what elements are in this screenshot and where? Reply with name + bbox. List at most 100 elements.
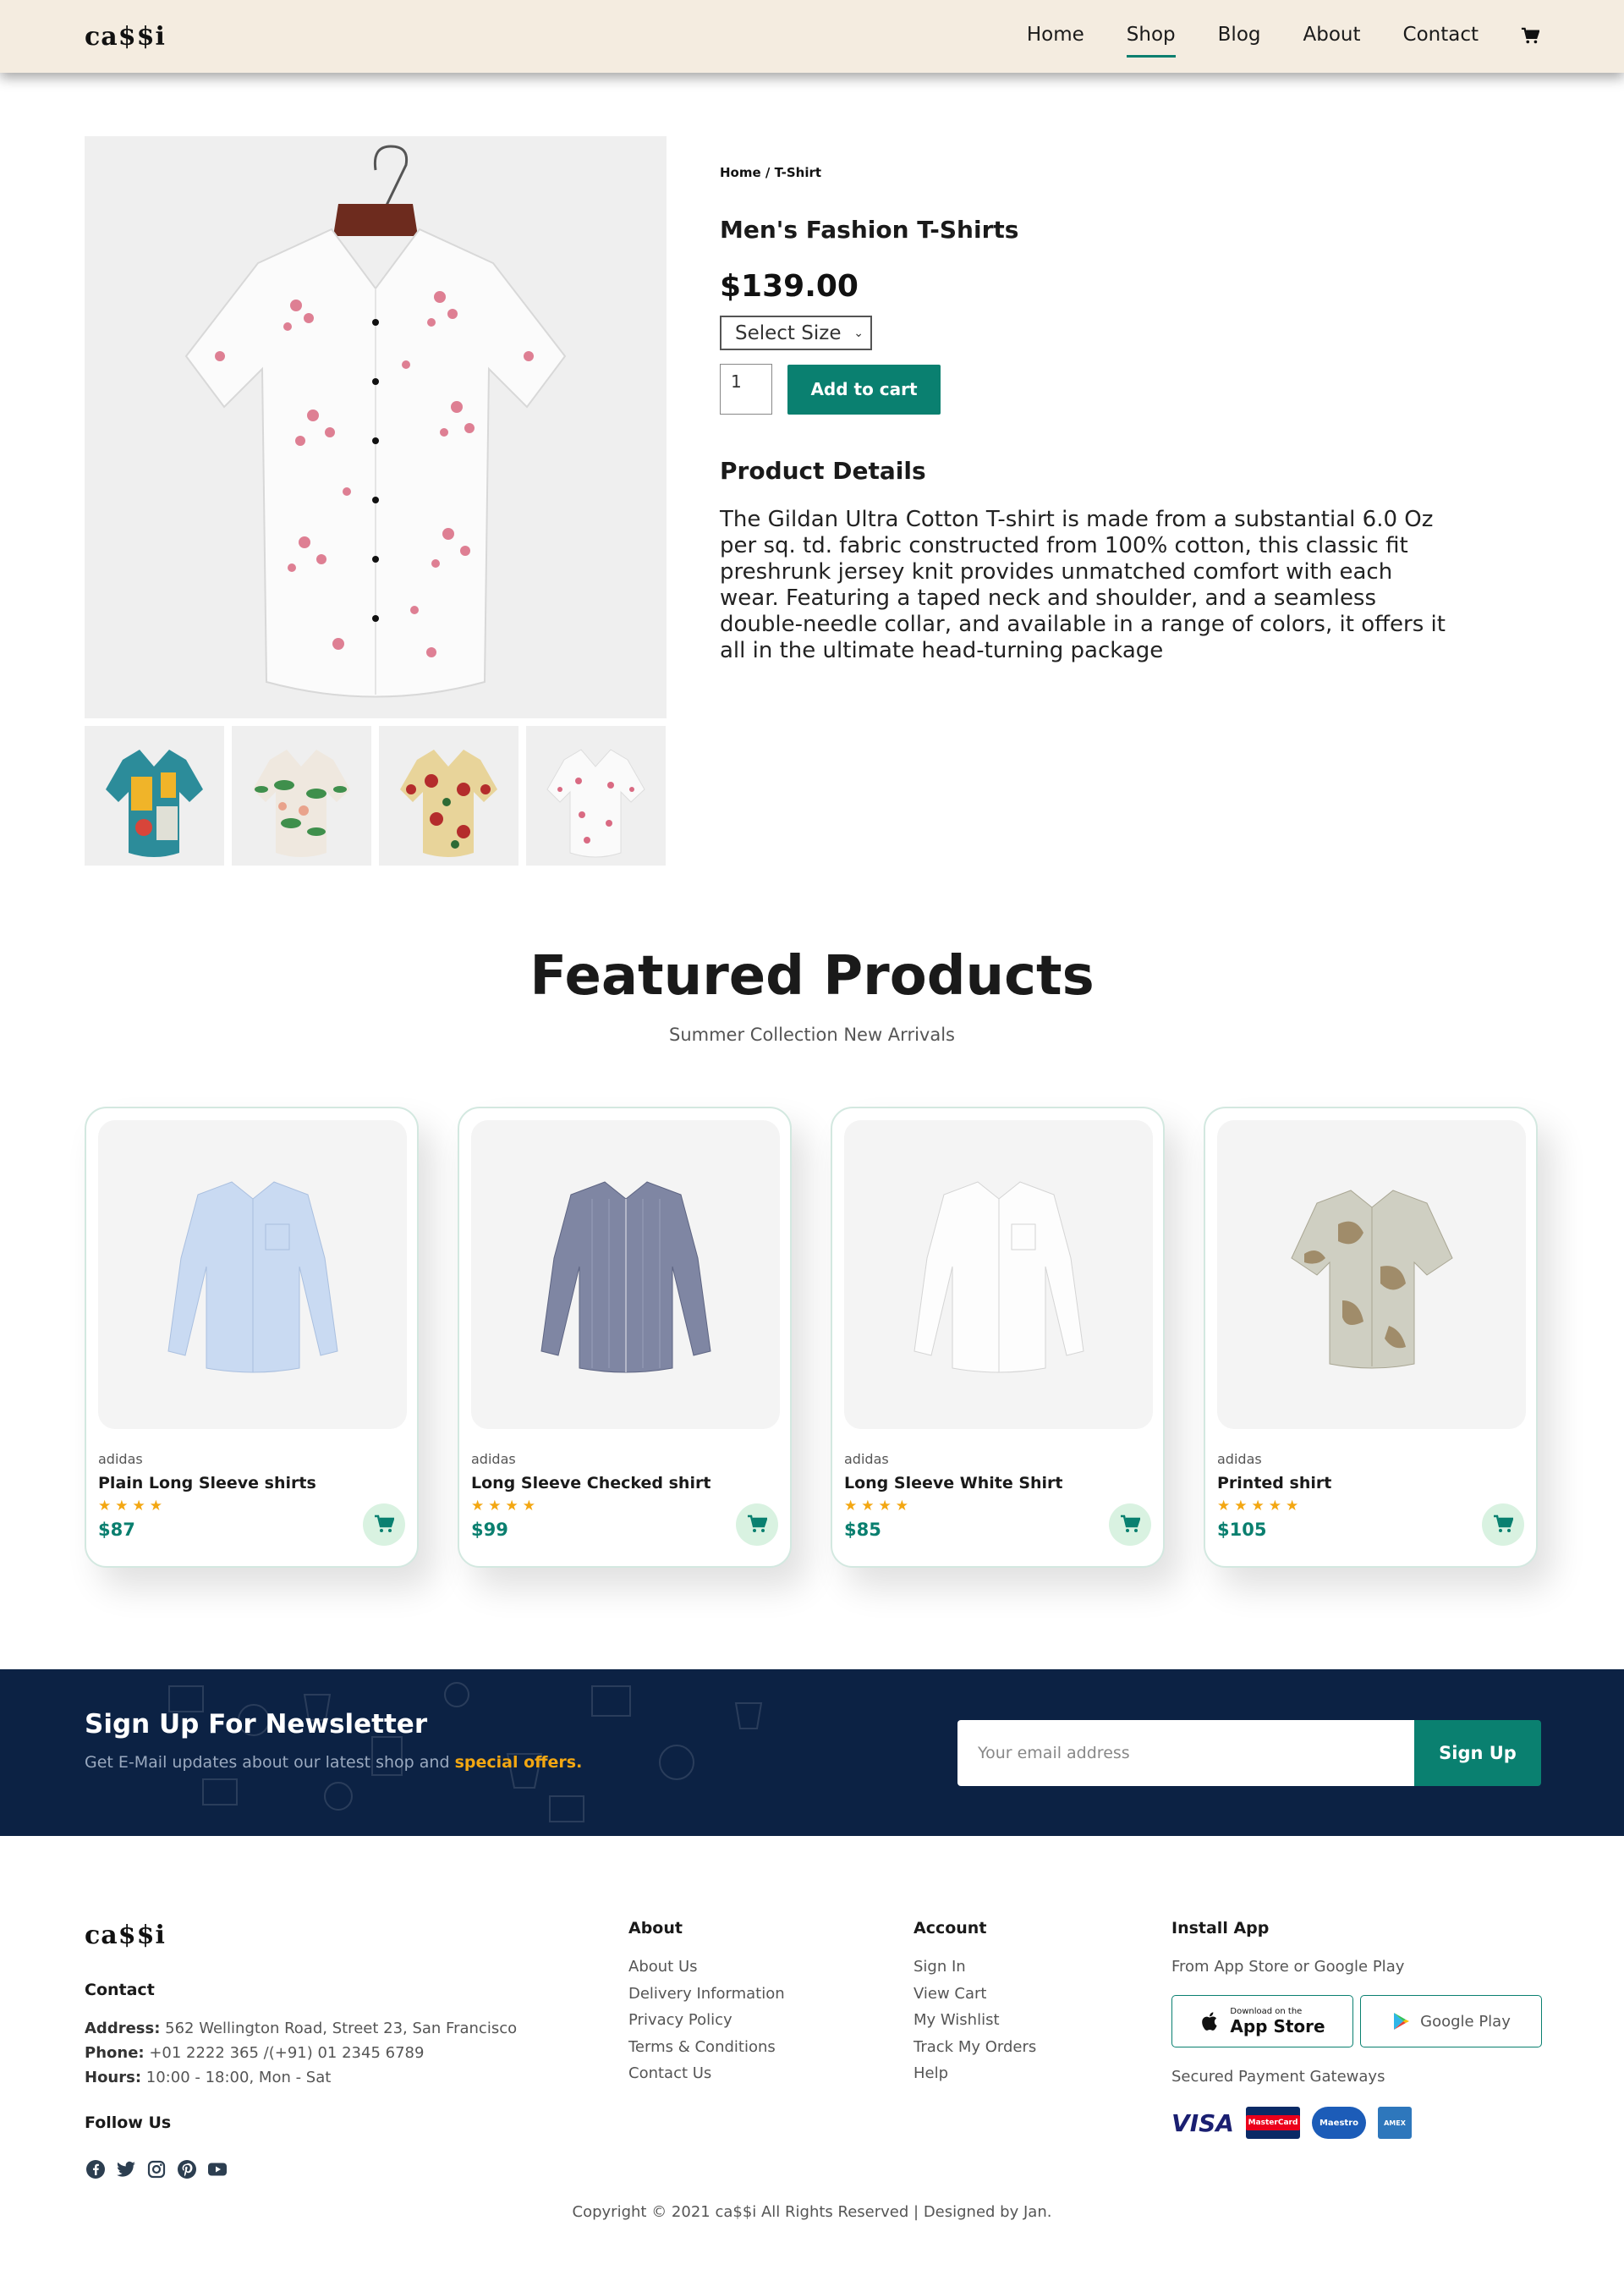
product-name[interactable]: Plain Long Sleeve shirts xyxy=(98,1474,405,1492)
product-card[interactable]: adidas Long Sleeve Checked shirt ★★★★ $9… xyxy=(458,1107,792,1568)
about-heading: About xyxy=(628,1919,683,1937)
footer-link-privacy[interactable]: Privacy Policy xyxy=(628,2007,785,2034)
product-price: $99 xyxy=(471,1520,508,1540)
breadcrumb[interactable]: Home / T-Shirt xyxy=(720,165,1456,180)
product-details-heading: Product Details xyxy=(720,457,926,485)
product-card-image xyxy=(1217,1120,1526,1429)
site-header: ca$$i Home Shop Blog About Contact xyxy=(0,0,1624,73)
product-title: Men's Fashion T-Shirts xyxy=(720,216,1019,244)
youtube-icon[interactable] xyxy=(206,2158,228,2180)
nav-about[interactable]: About xyxy=(1303,24,1361,49)
payment-methods: VISA MasterCard Maestro AMEX xyxy=(1171,2107,1412,2139)
product-brand: adidas xyxy=(98,1451,143,1467)
google-play-label: Google Play xyxy=(1420,2012,1511,2031)
featured-subtitle: Summer Collection New Arrivals xyxy=(669,1025,955,1045)
add-to-cart-row: 1 Add to cart xyxy=(720,364,1456,415)
social-links xyxy=(85,2158,228,2180)
product-name[interactable]: Long Sleeve Checked shirt xyxy=(471,1474,778,1492)
copyright: Copyright © 2021 ca$$i All Rights Reserv… xyxy=(572,2203,1052,2221)
product-main-image xyxy=(85,136,667,718)
amex-icon: AMEX xyxy=(1378,2107,1412,2139)
nav-shop[interactable]: Shop xyxy=(1126,24,1176,58)
footer-link-track-orders[interactable]: Track My Orders xyxy=(914,2034,1036,2061)
phone-label: Phone: xyxy=(85,2044,145,2062)
payment-heading: Secured Payment Gateways xyxy=(1171,2068,1385,2086)
add-to-cart-icon[interactable] xyxy=(1109,1503,1151,1546)
chevron-down-icon: ⌄ xyxy=(853,326,864,340)
sign-up-button[interactable]: Sign Up xyxy=(1414,1720,1541,1786)
nav-contact[interactable]: Contact xyxy=(1403,24,1479,49)
newsletter-title: Sign Up For Newsletter xyxy=(85,1709,428,1740)
star-rating: ★★★★ xyxy=(98,1498,167,1514)
size-select[interactable]: Select Size ⌄ xyxy=(720,316,872,350)
app-store-label: Download on the App Store xyxy=(1230,2007,1325,2036)
newsletter-section: Sign Up For Newsletter Get E-Mail update… xyxy=(0,1669,1624,1836)
mastercard-icon: MasterCard xyxy=(1245,2107,1301,2139)
maestro-icon: Maestro xyxy=(1312,2107,1366,2139)
app-store-button[interactable]: Download on the App Store xyxy=(1171,1995,1353,2047)
footer-link-contact[interactable]: Contact Us xyxy=(628,2060,785,2087)
instagram-icon[interactable] xyxy=(145,2158,167,2180)
quantity-input[interactable]: 1 xyxy=(720,364,772,415)
twitter-icon[interactable] xyxy=(115,2158,137,2180)
hours-label: Hours: xyxy=(85,2069,142,2086)
install-app-text: From App Store or Google Play xyxy=(1171,1958,1405,1976)
pinterest-icon[interactable] xyxy=(176,2158,198,2180)
product-cards: adidas Plain Long Sleeve shirts ★★★★ $87… xyxy=(85,1107,1539,1568)
star-rating: ★★★★ xyxy=(844,1498,913,1514)
site-logo[interactable]: ca$$i xyxy=(85,22,166,52)
google-play-icon xyxy=(1394,2013,1410,2030)
product-card[interactable]: adidas Long Sleeve White Shirt ★★★★ $85 xyxy=(831,1107,1165,1568)
account-links: Sign In View Cart My Wishlist Track My O… xyxy=(914,1954,1036,2087)
footer-link-terms[interactable]: Terms & Conditions xyxy=(628,2034,785,2061)
star-rating: ★★★★★ xyxy=(1217,1498,1303,1514)
product-card-image xyxy=(471,1120,780,1429)
footer-link-delivery[interactable]: Delivery Information xyxy=(628,1981,785,2008)
about-links: About Us Delivery Information Privacy Po… xyxy=(628,1954,785,2087)
product-card[interactable]: adidas Plain Long Sleeve shirts ★★★★ $87 xyxy=(85,1107,419,1568)
footer-link-sign-in[interactable]: Sign In xyxy=(914,1954,1036,1981)
address-value: 562 Wellington Road, Street 23, San Fran… xyxy=(165,2020,518,2037)
thumbnail-2[interactable] xyxy=(232,726,371,866)
contact-phone: Phone: +01 2222 365 /(+91) 01 2345 6789 xyxy=(85,2044,424,2062)
address-label: Address: xyxy=(85,2020,161,2037)
contact-address: Address: 562 Wellington Road, Street 23,… xyxy=(85,2020,517,2037)
footer-link-view-cart[interactable]: View Cart xyxy=(914,1981,1036,2008)
add-to-cart-icon[interactable] xyxy=(363,1503,405,1546)
contact-heading: Contact xyxy=(85,1981,155,1999)
nav-blog[interactable]: Blog xyxy=(1218,24,1261,49)
thumbnail-3[interactable] xyxy=(379,726,518,866)
product-card[interactable]: adidas Printed shirt ★★★★★ $105 xyxy=(1204,1107,1538,1568)
footer-link-about-us[interactable]: About Us xyxy=(628,1954,785,1981)
product-name[interactable]: Long Sleeve White Shirt xyxy=(844,1474,1151,1492)
product-price: $85 xyxy=(844,1520,881,1540)
newsletter-highlight: special offers. xyxy=(454,1753,583,1772)
account-heading: Account xyxy=(914,1919,987,1937)
product-details: Home / T-Shirt Men's Fashion T-Shirts $1… xyxy=(720,165,1456,664)
footer-logo[interactable]: ca$$i xyxy=(85,1921,166,1950)
nav-home[interactable]: Home xyxy=(1027,24,1084,49)
footer-link-help[interactable]: Help xyxy=(914,2060,1036,2087)
facebook-icon[interactable] xyxy=(85,2158,107,2180)
phone-value: +01 2222 365 /(+91) 01 2345 6789 xyxy=(149,2044,425,2062)
newsletter-text: Get E-Mail updates about our latest shop… xyxy=(85,1753,582,1772)
add-to-cart-icon[interactable] xyxy=(736,1503,778,1546)
newsletter-text-main: Get E-Mail updates about our latest shop… xyxy=(85,1753,450,1772)
thumbnail-1[interactable] xyxy=(85,726,224,866)
size-select-value: Select Size xyxy=(735,322,842,344)
google-play-button[interactable]: Google Play xyxy=(1360,1995,1542,2047)
product-name[interactable]: Printed shirt xyxy=(1217,1474,1524,1492)
add-to-cart-button[interactable]: Add to cart xyxy=(787,364,941,415)
app-store-big-text: App Store xyxy=(1230,2015,1325,2036)
footer-link-wishlist[interactable]: My Wishlist xyxy=(914,2007,1036,2034)
email-input[interactable]: Your email address xyxy=(957,1720,1414,1786)
contact-hours: Hours: 10:00 - 18:00, Mon - Sat xyxy=(85,2069,331,2086)
product-description: The Gildan Ultra Cotton T-shirt is made … xyxy=(720,507,1446,663)
add-to-cart-icon[interactable] xyxy=(1482,1503,1524,1546)
hours-value: 10:00 - 18:00, Mon - Sat xyxy=(145,2069,332,2086)
main-nav: Home Shop Blog About Contact xyxy=(1027,24,1539,58)
product-thumbnails xyxy=(85,726,667,866)
star-rating: ★★★★ xyxy=(471,1498,540,1514)
shopping-cart-icon[interactable] xyxy=(1521,27,1539,46)
thumbnail-4[interactable] xyxy=(526,726,666,866)
